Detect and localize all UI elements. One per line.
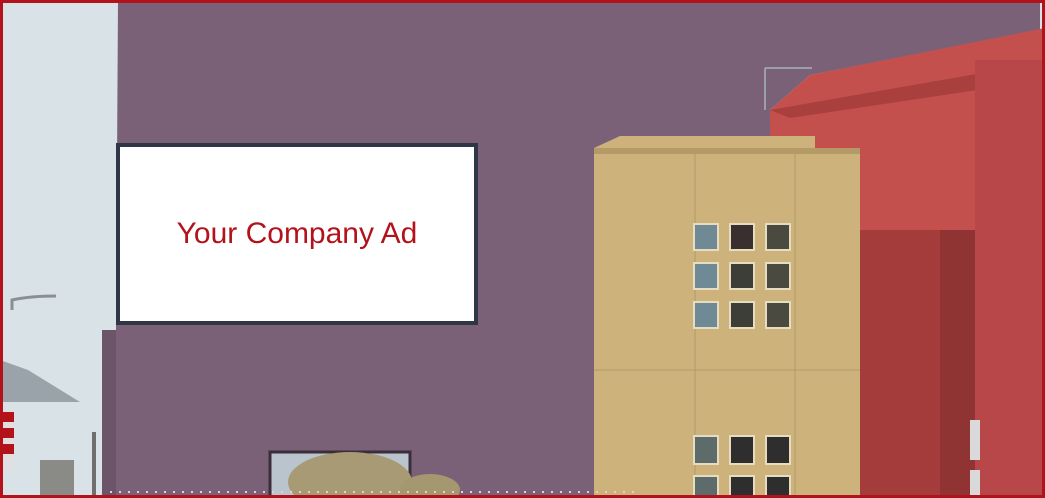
photo-scene: Your Company Ad [0, 0, 1045, 498]
ad-text: Your Company Ad [176, 217, 418, 250]
billboard: Your Company Ad [116, 143, 478, 325]
tan-tower [594, 136, 860, 498]
